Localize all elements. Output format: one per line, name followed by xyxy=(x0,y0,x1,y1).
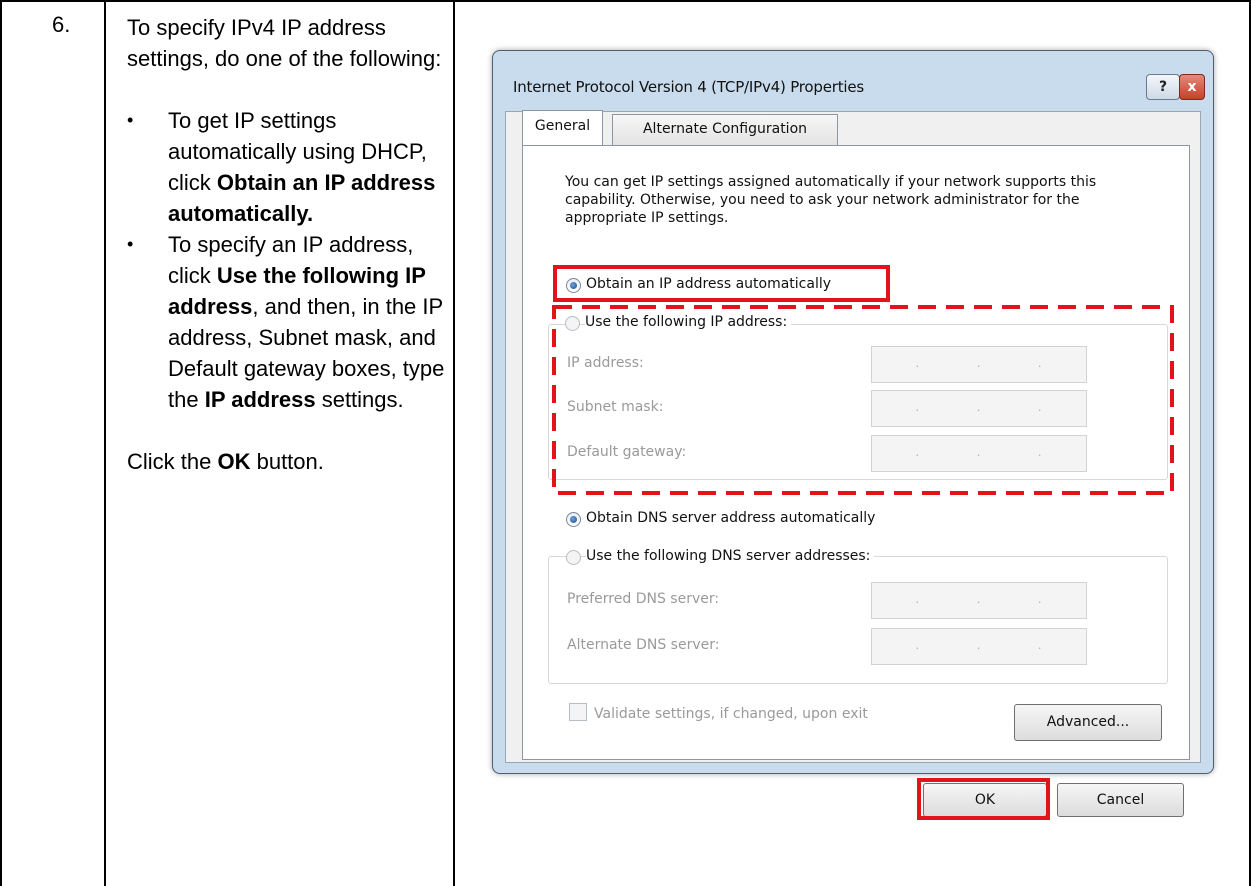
description-text: You can get IP settings assigned automat… xyxy=(565,174,1097,226)
preferred-dns-field[interactable]: . . . xyxy=(871,582,1087,619)
alternate-dns-field[interactable]: . . . xyxy=(871,628,1087,665)
alternate-dns-label: Alternate DNS server: xyxy=(567,637,720,653)
tab-alternate-configuration[interactable]: Alternate Configuration xyxy=(612,114,838,146)
option-list: • To get IP settings automatically using… xyxy=(127,105,453,415)
list-item: • To get IP settings automatically using… xyxy=(127,108,436,226)
help-button[interactable]: ? xyxy=(1146,74,1180,100)
highlight-ok-button xyxy=(917,778,1050,820)
dns-manual-label[interactable]: Use the following DNS server addresses: xyxy=(586,548,875,564)
highlight-manual-ip-group xyxy=(552,305,1174,495)
step-final: Click the OK button. xyxy=(127,449,324,474)
tab-general[interactable]: General xyxy=(522,110,603,146)
close-button[interactable]: x xyxy=(1179,74,1205,100)
preferred-dns-label: Preferred DNS server: xyxy=(567,591,720,607)
dns-manual-radio[interactable] xyxy=(566,550,581,565)
list-item: • To specify an IP address, click Use th… xyxy=(127,232,445,412)
step-instructions: To specify IPv4 IP address settings, do … xyxy=(127,12,453,477)
table-border-instructions xyxy=(453,0,455,886)
cancel-button[interactable]: Cancel xyxy=(1057,783,1184,817)
table-border-left xyxy=(0,0,2,886)
dns-auto-label[interactable]: Obtain DNS server address automatically xyxy=(586,510,875,526)
step-intro: To specify IPv4 IP address settings, do … xyxy=(127,15,442,71)
dialog-title: Internet Protocol Version 4 (TCP/IPv4) P… xyxy=(513,78,865,96)
dns-auto-radio[interactable] xyxy=(566,512,581,527)
advanced-button[interactable]: Advanced... xyxy=(1014,704,1162,741)
table-border-number xyxy=(104,0,106,886)
table-border-top xyxy=(0,0,1251,2)
step-number: 6. xyxy=(52,12,71,37)
highlight-obtain-ip xyxy=(553,265,890,302)
validate-label[interactable]: Validate settings, if changed, upon exit xyxy=(594,706,868,722)
validate-checkbox[interactable] xyxy=(569,703,587,721)
